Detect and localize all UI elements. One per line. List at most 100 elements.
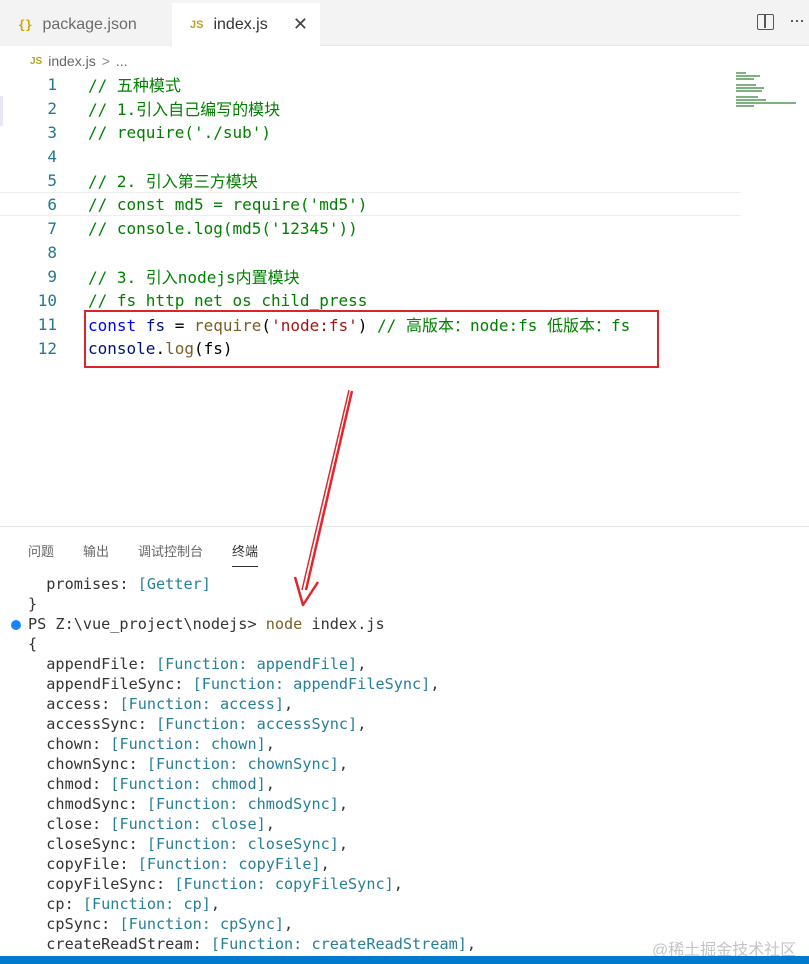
annotation-highlight-box [84,310,659,368]
code-comment: // fs http net os child_press [88,290,368,310]
terminal-punct: , [265,815,275,833]
terminal-line: { [28,635,37,655]
minimap[interactable] [736,72,796,107]
code-comment: // 1.引入自己编写的模块 [88,100,281,119]
code-comment: // const md5 = require('md5') [88,194,368,214]
terminal-punct: , [265,775,275,793]
terminal-key: chmod: [28,775,111,793]
tab-problems[interactable]: 问题 [28,541,54,567]
terminal-value: [Function: createReadStream] [210,935,467,953]
tab-debug-console[interactable]: 调试控制台 [138,541,203,567]
terminal-key: chownSync: [28,755,147,773]
editor-tab-bar: {} package.json JS index.js ✕ ··· [0,0,809,46]
line-number: 12 [37,338,57,358]
terminal-line: close: [Function: close], [28,815,275,835]
terminal-key: accessSync: [28,715,157,733]
code-line: 8 [0,240,740,264]
terminal-line: cpSync: [Function: cpSync], [28,915,293,935]
line-number: 3 [47,122,57,142]
line-number: 2 [47,98,57,118]
terminal-line: createReadStream: [Function: createReadS… [28,935,476,955]
split-editor-icon[interactable] [757,14,774,30]
terminal-line: appendFile: [Function: appendFile], [28,655,366,675]
terminal-line: copyFile: [Function: copyFile], [28,855,330,875]
terminal-key: cpSync: [28,915,120,933]
terminal-line: chown: [Function: chown], [28,735,275,755]
line-number: 10 [37,290,57,310]
line-number: 9 [47,266,57,286]
breadcrumb-file[interactable]: index.js [48,53,95,69]
terminal-line: chmod: [Function: chmod], [28,775,275,795]
terminal-prompt: PS Z:\vue_project\nodejs> [28,615,266,633]
terminal-key: appendFile: [28,655,157,673]
terminal-value: [Function: cp] [82,895,211,913]
code-line: 2 // 1.引入自己编写的模块 [0,96,740,120]
terminal-punct: , [357,655,367,673]
code-comment: // require('./sub') [88,122,272,142]
terminal-key: cp: [28,895,83,913]
terminal-value: [Function: chmodSync] [146,795,339,813]
code-line: 10 // fs http net os child_press [0,288,740,312]
terminal-punct: , [357,715,367,733]
terminal-line: closeSync: [Function: closeSync], [28,835,348,855]
tab-label: index.js [213,15,268,33]
terminal-value: [Function: cpSync] [119,915,285,933]
code-comment: // console.log(md5('12345')) [88,218,358,238]
terminal-punct: , [430,675,440,693]
tab-output[interactable]: 输出 [83,541,109,567]
terminal-key: access: [28,695,120,713]
breadcrumb: JS index.js > ... [30,50,128,72]
terminal-line: access: [Function: access], [28,695,293,715]
more-actions-icon[interactable]: ··· [789,10,805,31]
tab-label: package.json [42,15,137,33]
js-file-icon: JS [30,55,43,67]
terminal-value: [Function: copyFileSync] [174,875,394,893]
code-line-current: 6 // const md5 = require('md5') [0,192,740,216]
code-line: 1 // 五种模式 [0,72,740,96]
tab-package-json[interactable]: {} package.json [0,3,170,46]
status-bar [0,956,809,964]
terminal-key: chown: [28,735,111,753]
terminal-line: copyFileSync: [Function: copyFileSync], [28,875,403,895]
terminal-key: close: [28,815,111,833]
code-editor[interactable]: 1 // 五种模式 2 // 1.引入自己编写的模块 3 // require(… [0,72,809,526]
command-status-dot-icon[interactable] [11,620,21,630]
tab-index-js[interactable]: JS index.js ✕ [172,3,320,46]
code-comment: // 3. 引入nodejs内置模块 [88,268,300,287]
chevron-right-icon: > [101,53,110,69]
code-line: 3 // require('./sub') [0,120,740,144]
terminal-value: [Function: close] [110,815,266,833]
code-comment: // 2. 引入第三方模块 [88,172,258,191]
terminal-key: promises: [28,575,138,593]
terminal-value: [Function: appendFileSync] [192,675,431,693]
panel-tabs: 问题 输出 调试控制台 终端 [28,541,287,567]
code-line: 5 // 2. 引入第三方模块 [0,168,740,192]
code-line: 7 // console.log(md5('12345')) [0,216,740,240]
terminal-punct: , [338,755,349,773]
terminal-line: chownSync: [Function: chownSync], [28,755,348,775]
terminal-value: [Function: chownSync] [146,755,339,773]
breadcrumb-symbol[interactable]: ... [116,53,128,69]
code-line: 9 // 3. 引入nodejs内置模块 [0,264,740,288]
terminal-value: [Function: appendFile] [156,655,358,673]
terminal-value: [Function: accessSync] [156,715,358,733]
terminal-punct: , [338,795,349,813]
terminal-punct: , [320,855,330,873]
close-icon[interactable]: ✕ [293,14,308,35]
line-number: 4 [47,146,57,166]
json-file-icon: {} [18,17,33,32]
terminal-command: node [265,615,303,633]
line-number: 6 [47,194,57,214]
line-number: 8 [47,242,57,262]
terminal-line: chmodSync: [Function: chmodSync], [28,795,348,815]
terminal-line: promises: [Getter] [28,575,211,595]
terminal-punct: , [393,875,403,893]
tab-terminal[interactable]: 终端 [232,541,259,567]
terminal-value: [Function: closeSync] [146,835,339,853]
terminal-argument: index.js [302,615,385,633]
terminal-key: chmodSync: [28,795,147,813]
terminal-value: [Getter] [137,575,211,593]
terminal-line: appendFileSync: [Function: appendFileSyn… [28,675,440,695]
terminal-key: { [28,635,38,653]
line-number: 11 [37,314,57,334]
